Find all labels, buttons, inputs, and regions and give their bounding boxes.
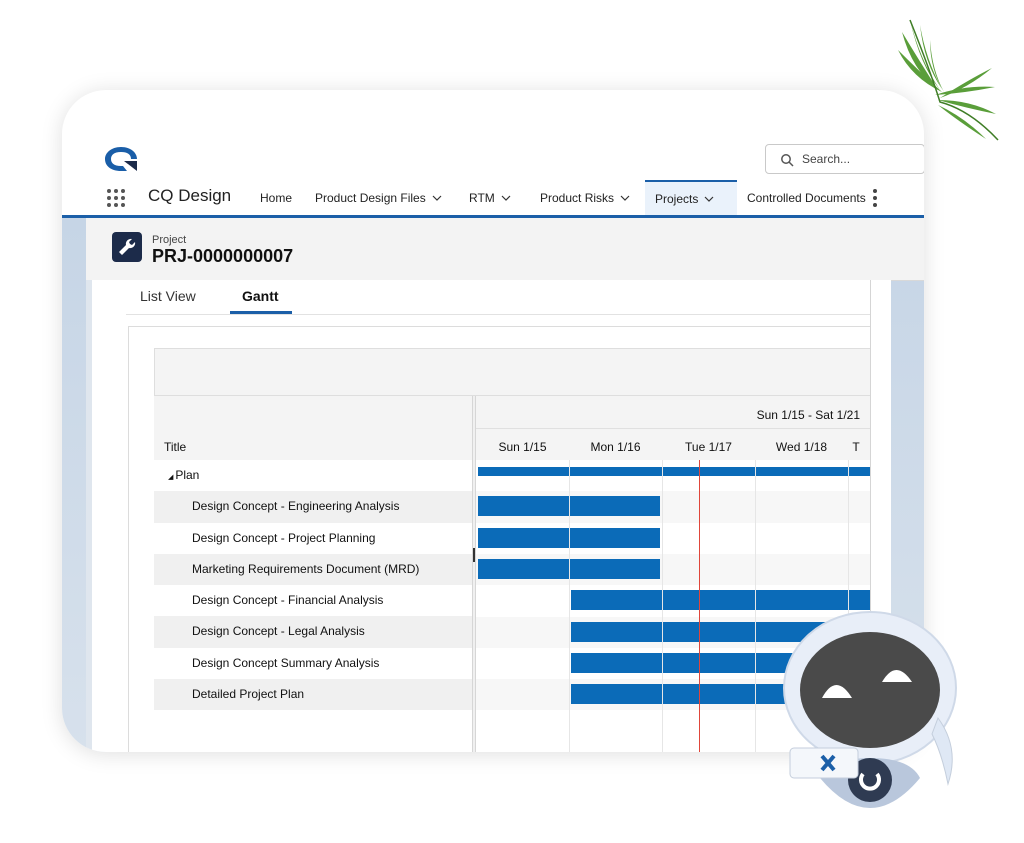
- chevron-down-icon[interactable]: [620, 195, 630, 201]
- search-icon: [781, 154, 794, 167]
- chevron-down-icon[interactable]: [704, 196, 714, 202]
- task-row[interactable]: Design Concept - Project Planning: [154, 522, 472, 554]
- search-placeholder: Search...: [802, 152, 851, 166]
- week-range-label: Sun 1/15 - Sat 1/21: [756, 408, 860, 422]
- nav-item-label: Product Risks: [540, 190, 615, 205]
- task-group-row[interactable]: ◢ Plan: [154, 460, 472, 492]
- task-title: Design Concept - Legal Analysis: [192, 624, 365, 639]
- cq-logo-icon: [105, 147, 137, 171]
- record-content: List View Gantt Title Sun 1/15 - Sat 1/2…: [86, 280, 871, 752]
- wrench-icon: [119, 238, 136, 255]
- gantt-left-header: Title: [154, 396, 472, 461]
- task-title: Plan: [175, 468, 200, 482]
- chevron-down-icon[interactable]: [432, 195, 442, 201]
- day-label: Tue 1/17: [685, 440, 732, 454]
- task-row[interactable]: Marketing Requirements Document (MRD): [154, 553, 472, 586]
- record-type-icon: [112, 232, 142, 262]
- day-label: Mon 1/16: [590, 440, 641, 454]
- nav-item-label: RTM: [469, 190, 495, 205]
- summary-bar[interactable]: [478, 467, 870, 476]
- task-row[interactable]: Design Concept - Financial Analysis: [154, 585, 472, 617]
- task-title: Marketing Requirements Document (MRD): [192, 561, 420, 576]
- nav-item-product-design-files[interactable]: Product Design Files: [315, 180, 442, 215]
- robot-mascot-icon: [783, 611, 957, 808]
- nav-item-label: Product Design Files: [315, 190, 426, 205]
- day-label: Wed 1/18: [775, 440, 828, 454]
- tab-list-view[interactable]: List View: [140, 288, 196, 304]
- gantt-chart: Title Sun 1/15 - Sat 1/21 Sun 1/15 Mon 1…: [154, 348, 870, 752]
- nav-item-rtm[interactable]: RTM: [469, 180, 511, 215]
- nav-item-label: Home: [260, 190, 293, 205]
- record-object-label: Project: [152, 234, 187, 246]
- nav-item-projects[interactable]: Projects: [645, 180, 737, 215]
- left-gutter: [86, 280, 92, 752]
- nav-item-label: Projects: [655, 191, 699, 206]
- timeline-grid-line: [662, 460, 663, 752]
- task-row[interactable]: Design Concept - Engineering Analysis: [154, 491, 472, 523]
- task-title: Detailed Project Plan: [192, 687, 305, 702]
- task-row[interactable]: Detailed Project Plan: [154, 679, 472, 711]
- more-vertical-icon[interactable]: [872, 188, 878, 208]
- tabs-divider: [126, 314, 870, 315]
- timeline-grid-line: [569, 460, 570, 752]
- today-marker-line: [699, 460, 701, 752]
- gantt-timeline-header: Sun 1/15 - Sat 1/21 Sun 1/15 Mon 1/16 Tu…: [476, 396, 870, 461]
- app-navigation-bar: CQ Design Home Product Design Files RTM …: [62, 180, 924, 218]
- record-title: PRJ-0000000007: [152, 246, 294, 266]
- task-list: ◢ Plan Design Concept - Engineering Analy…: [154, 460, 472, 711]
- task-title: Design Concept - Financial Analysis: [192, 593, 384, 608]
- column-header-title: Title: [164, 440, 187, 454]
- app-launcher-icon[interactable]: [106, 188, 126, 208]
- tab-gantt[interactable]: Gantt: [242, 288, 279, 304]
- timeline-grid-line: [755, 460, 756, 752]
- chevron-down-icon[interactable]: [501, 195, 511, 201]
- task-title: Design Concept - Engineering Analysis: [192, 499, 400, 514]
- week-divider: [476, 428, 870, 429]
- task-row[interactable]: Design Concept Summary Analysis: [154, 647, 472, 680]
- nav-item-label: Controlled Documents: [747, 190, 866, 205]
- nav-item-product-risks[interactable]: Product Risks: [540, 180, 630, 215]
- task-title: Design Concept Summary Analysis: [192, 655, 380, 670]
- nav-item-home[interactable]: Home: [260, 180, 292, 215]
- day-label: Sun 1/15: [498, 440, 547, 454]
- task-title: Design Concept - Project Planning: [192, 530, 376, 545]
- record-header: Project PRJ-0000000007: [86, 218, 924, 281]
- task-row[interactable]: Design Concept - Legal Analysis: [154, 616, 472, 648]
- gantt-toolbar: [154, 348, 870, 396]
- splitter-handle[interactable]: [473, 548, 475, 562]
- app-name: CQ Design: [148, 186, 232, 205]
- nav-item-controlled-documents[interactable]: Controlled Documents: [747, 180, 866, 215]
- global-search-input[interactable]: Search...: [765, 144, 924, 174]
